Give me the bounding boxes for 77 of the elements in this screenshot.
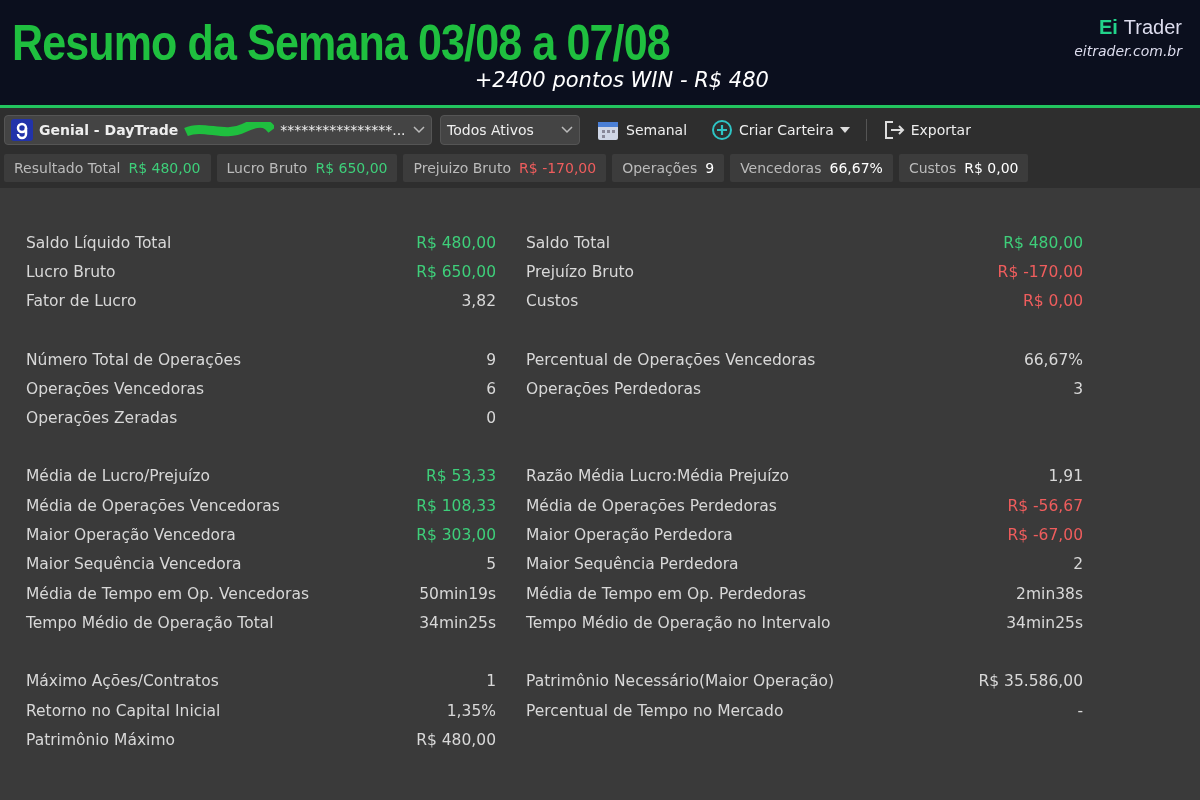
metric-value: 3 (1073, 379, 1083, 398)
metric-label: Operações Zeradas (26, 409, 178, 428)
summary-chip: Custos R$ 0,00 (898, 154, 1029, 182)
metric-value: R$ 53,33 (426, 467, 496, 486)
metric-label: Operações Perdedoras (526, 379, 702, 398)
metric-value: 66,67% (1023, 350, 1083, 369)
metric-value: R$ -170,00 (997, 262, 1083, 281)
metric-label: Percentual de Tempo no Mercado (526, 701, 784, 720)
metric-label: Média de Operações Vencedoras (26, 496, 280, 515)
metric-label: Patrimônio Necessário(Maior Operação) (526, 672, 835, 691)
metric-value: R$ -67,00 (1007, 526, 1083, 544)
metric-value: 1,35% (446, 701, 496, 720)
banner-subtitle: +2400 pontos WIN - R$ 480 (474, 68, 769, 92)
metric-label: Tempo Médio de Operação Total (26, 613, 274, 632)
metric-label: Número Total de Operações (26, 350, 241, 369)
plus-circle-icon (711, 119, 734, 141)
summary-chip: Lucro Bruto R$ 650,00 (216, 154, 398, 182)
metric-value: 5 (486, 555, 496, 574)
export-icon (882, 119, 905, 141)
metric-value: 1,91 (1048, 467, 1083, 486)
create-portfolio-button[interactable]: Criar Carteira (703, 115, 858, 145)
metric-label: Operações Vencedoras (26, 379, 205, 398)
metric-value: R$ 303,00 (416, 526, 496, 544)
metric-label: Máximo Ações/Contratos (26, 672, 219, 691)
account-dropdown[interactable]: Genial - DayTrade ****************... (4, 115, 432, 145)
metric-value: - (1077, 701, 1083, 720)
metric-value: 3,82 (461, 292, 496, 311)
metric-label: Média de Tempo em Op. Vencedoras (26, 584, 310, 603)
metric-value: 1 (486, 672, 496, 691)
metric-label: Percentual de Operações Vencedoras (526, 350, 816, 369)
metric-label: Média de Operações Perdedoras (526, 496, 777, 515)
metric-value: R$ 480,00 (416, 233, 496, 252)
metric-label: Fator de Lucro (26, 292, 137, 311)
metric-value: R$ -56,67 (1007, 496, 1083, 515)
metric-label: Maior Sequência Perdedora (526, 555, 739, 574)
caret-icon (561, 126, 573, 134)
metric-label: Maior Operação Vencedora (26, 526, 236, 544)
banner-title: Resumo da Semana 03/08 a 07/08 (12, 14, 670, 71)
metric-value: 34min25s (419, 613, 496, 632)
metric-label: Razão Média Lucro:Média Prejuízo (526, 467, 790, 486)
brand-logo: Ei Trader (1098, 16, 1182, 39)
metric-value: 6 (486, 379, 496, 398)
metric-label: Saldo Líquido Total (26, 233, 172, 252)
metric-label: Maior Operação Perdedora (526, 526, 733, 544)
metric-label: Maior Sequência Vencedora (26, 555, 242, 574)
metric-value: R$ 480,00 (416, 730, 496, 749)
metric-label: Custos (526, 292, 579, 311)
brand-site: eitrader.com.br (1074, 43, 1182, 59)
metric-value: 9 (486, 350, 496, 369)
metric-value: 34min25s (1006, 613, 1083, 632)
caret-icon (839, 127, 850, 133)
period-button[interactable]: Semanal (588, 115, 696, 145)
metric-value: 2min38s (1016, 584, 1083, 603)
metric-label: Lucro Bruto (26, 262, 116, 281)
metric-value: R$ 0,00 (1022, 292, 1083, 311)
metric-label: Tempo Médio de Operação no Intervalo (526, 613, 831, 632)
metric-label: Média de Tempo em Op. Perdedoras (526, 584, 807, 603)
assets-dropdown[interactable]: Todos Ativos (440, 115, 580, 145)
summary-chip: Resultado Total R$ 480,00 (4, 154, 211, 182)
metric-label: Patrimônio Máximo (26, 730, 175, 749)
metric-value: 2 (1073, 555, 1083, 574)
metric-label: Média de Lucro/Prejuízo (26, 467, 210, 486)
broker-logo-icon (11, 119, 33, 141)
metric-value: R$ 650,00 (416, 262, 496, 281)
summary-chip: Operações 9 (612, 154, 725, 182)
export-button[interactable]: Exportar (874, 115, 979, 145)
summary-chip: Vencedoras 66,67% (730, 154, 893, 182)
metric-value: R$ 108,33 (416, 496, 496, 515)
caret-icon (413, 126, 425, 134)
metric-value: R$ 480,00 (1003, 233, 1083, 252)
metric-label: Prejuízo Bruto (526, 262, 634, 281)
metric-label: Saldo Total (526, 233, 611, 252)
metric-value: 50min19s (419, 584, 496, 603)
metric-value: 0 (486, 409, 496, 428)
summary-chip: Prejuizo Bruto R$ -170,00 (403, 154, 607, 182)
metric-label: Retorno no Capital Inicial (26, 701, 221, 720)
metric-value: R$ 35.586,00 (978, 672, 1083, 691)
